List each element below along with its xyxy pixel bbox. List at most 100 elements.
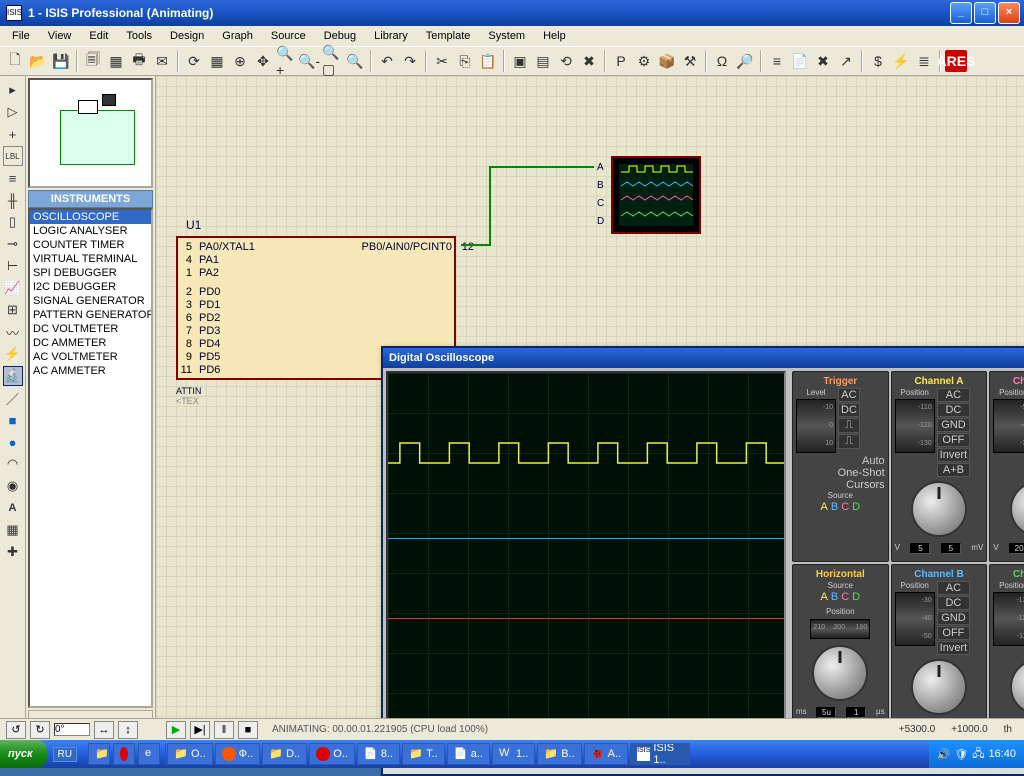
- zoomout-icon[interactable]: 🔍-: [298, 50, 320, 72]
- menu-source[interactable]: Source: [263, 28, 314, 44]
- pause-button[interactable]: ‖: [214, 721, 234, 739]
- paste-icon[interactable]: 📋: [477, 50, 499, 72]
- taskbar-app[interactable]: W1..: [492, 743, 535, 765]
- menu-edit[interactable]: Edit: [81, 28, 116, 44]
- search-icon[interactable]: 🔎: [734, 50, 756, 72]
- chb-knob[interactable]: [911, 659, 967, 715]
- play-button[interactable]: ▶: [166, 721, 186, 739]
- print2-icon[interactable]: 🖶: [128, 50, 150, 72]
- ares-button[interactable]: ARES: [945, 50, 967, 72]
- exit-icon[interactable]: ↗: [835, 50, 857, 72]
- tray-volume-icon[interactable]: 🔊: [937, 748, 951, 761]
- text-tool[interactable]: A: [3, 498, 23, 518]
- graph-tool[interactable]: 📈: [3, 278, 23, 298]
- menu-system[interactable]: System: [480, 28, 533, 44]
- zoomfit-icon[interactable]: 🔍▢: [321, 50, 343, 72]
- step-button[interactable]: ▶|: [190, 721, 210, 739]
- list-item[interactable]: VIRTUAL TERMINAL: [30, 252, 151, 266]
- refresh-icon[interactable]: ⟳: [183, 50, 205, 72]
- menu-view[interactable]: View: [40, 28, 80, 44]
- taskbar-app[interactable]: ISISISIS 1..: [630, 743, 690, 765]
- pin-tool[interactable]: ⊢: [3, 256, 23, 276]
- menu-help[interactable]: Help: [535, 28, 574, 44]
- trigger-ac[interactable]: AC: [838, 388, 860, 402]
- tape-tool[interactable]: ⊞: [3, 300, 23, 320]
- language-indicator[interactable]: RU: [53, 747, 77, 762]
- ql-ie[interactable]: e: [138, 743, 160, 765]
- trigger-edge[interactable]: ⎍: [838, 418, 860, 433]
- script-tool[interactable]: ≡: [3, 168, 23, 188]
- block-rotate-icon[interactable]: ⟲: [555, 50, 577, 72]
- taskbar-app[interactable]: 🐞A..: [584, 743, 628, 765]
- terminal-tool[interactable]: ⊸: [3, 234, 23, 254]
- horiz-position-slider[interactable]: 210 200 190: [810, 619, 870, 639]
- block-move-icon[interactable]: ▤: [532, 50, 554, 72]
- stop-button[interactable]: ■: [238, 721, 258, 739]
- osc-screen[interactable]: [386, 371, 786, 755]
- close-button[interactable]: ×: [998, 2, 1020, 24]
- chd-position-slider[interactable]: -130 -120 -110: [993, 592, 1024, 646]
- taskbar-app[interactable]: O..: [309, 743, 355, 765]
- cha-position-slider[interactable]: -110 -120 -130: [895, 399, 935, 453]
- list-item[interactable]: SIGNAL GENERATOR: [30, 294, 151, 308]
- package-icon[interactable]: 📦: [656, 50, 678, 72]
- delsheet-icon[interactable]: ✖: [812, 50, 834, 72]
- subcircuit-tool[interactable]: ▯: [3, 212, 23, 232]
- zoomin-icon[interactable]: 🔍+: [275, 50, 297, 72]
- symbol-tool[interactable]: ▦: [3, 520, 23, 540]
- taskbar-app[interactable]: 📄8..: [357, 743, 400, 765]
- trigger-level-slider[interactable]: -10 0 10: [796, 399, 836, 453]
- list-item[interactable]: PATTERN GENERATOR: [30, 308, 151, 322]
- tray-clock[interactable]: 16:40: [988, 748, 1016, 760]
- menu-tools[interactable]: Tools: [118, 28, 160, 44]
- netlist-icon[interactable]: ≣: [913, 50, 935, 72]
- pan-icon[interactable]: ✥: [252, 50, 274, 72]
- pick-icon[interactable]: P: [610, 50, 632, 72]
- zoomarea-icon[interactable]: 🔍: [344, 50, 366, 72]
- menu-design[interactable]: Design: [162, 28, 212, 44]
- rotate-cw-button[interactable]: ↻: [30, 721, 50, 739]
- property-icon[interactable]: ≡: [766, 50, 788, 72]
- list-item[interactable]: AC AMMETER: [30, 364, 151, 378]
- block-copy-icon[interactable]: ▣: [509, 50, 531, 72]
- ql-opera[interactable]: [113, 743, 135, 765]
- maximize-button[interactable]: □: [974, 2, 996, 24]
- list-item[interactable]: AC VOLTMETER: [30, 350, 151, 364]
- taskbar-app[interactable]: 📁B..: [537, 743, 581, 765]
- label-tool[interactable]: LBL: [3, 146, 23, 166]
- print-icon[interactable]: 🗐: [82, 50, 104, 72]
- bom-icon[interactable]: $: [867, 50, 889, 72]
- list-item[interactable]: DC AMMETER: [30, 336, 151, 350]
- horiz-knob[interactable]: [812, 645, 868, 701]
- taskbar-app[interactable]: 📁D..: [262, 743, 307, 765]
- undo-icon[interactable]: ↶: [376, 50, 398, 72]
- system-tray[interactable]: 🔊 🛡 🖧 16:40: [929, 740, 1024, 768]
- rotate-ccw-button[interactable]: ↺: [6, 721, 26, 739]
- redo-icon[interactable]: ↷: [399, 50, 421, 72]
- start-button[interactable]: пуск: [0, 740, 47, 768]
- marker-tool[interactable]: ✚: [3, 542, 23, 562]
- list-item[interactable]: OSCILLOSCOPE: [30, 210, 151, 224]
- ql-folder[interactable]: 📁: [88, 743, 110, 765]
- tray-shield-icon[interactable]: 🛡: [954, 748, 968, 761]
- schematic-canvas[interactable]: U1 5PA0/XTAL1PB0/AIN0/PCINT012 4PA1 1PA2…: [156, 76, 1024, 728]
- trigger-dc[interactable]: DC: [838, 403, 860, 417]
- menu-template[interactable]: Template: [418, 28, 479, 44]
- tray-network-icon[interactable]: 🖧: [972, 745, 984, 764]
- origin-icon[interactable]: ⊕: [229, 50, 251, 72]
- taskbar-app[interactable]: 📄a..: [447, 743, 490, 765]
- copy-icon[interactable]: ⎘: [454, 50, 476, 72]
- probe-v-tool[interactable]: ⚡: [3, 344, 23, 364]
- area-icon[interactable]: ▦: [105, 50, 127, 72]
- taskbar-app[interactable]: 📁T..: [402, 743, 445, 765]
- chd-knob[interactable]: [1010, 659, 1024, 715]
- box-tool[interactable]: ■: [3, 410, 23, 430]
- overview-preview[interactable]: [28, 78, 153, 188]
- list-item[interactable]: COUNTER TIMER: [30, 238, 151, 252]
- mail-icon[interactable]: ✉: [151, 50, 173, 72]
- angle-input[interactable]: [54, 723, 90, 736]
- save-icon[interactable]: 💾: [50, 50, 72, 72]
- instrument-list[interactable]: OSCILLOSCOPE LOGIC ANALYSER COUNTER TIME…: [28, 208, 153, 708]
- block-delete-icon[interactable]: ✖: [578, 50, 600, 72]
- open-icon[interactable]: 📂: [27, 50, 49, 72]
